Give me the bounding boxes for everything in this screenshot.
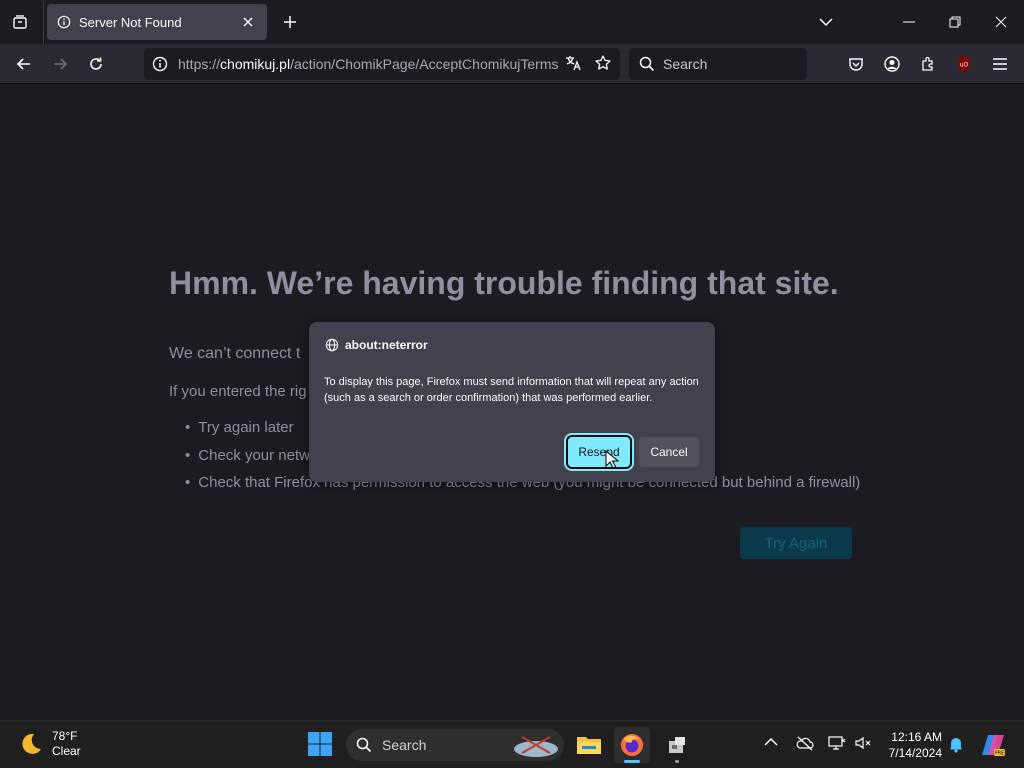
suggestion-item: Check your netw xyxy=(185,447,310,464)
weather-condition: Clear xyxy=(52,744,81,758)
translate-button[interactable] xyxy=(564,54,582,72)
back-arrow-icon xyxy=(16,58,30,70)
file-explorer-button[interactable] xyxy=(571,727,607,763)
reload-button[interactable] xyxy=(80,48,112,80)
dialog-message: To display this page, Firefox must send … xyxy=(324,376,699,404)
error-hint: If you entered the rig xyxy=(169,383,307,400)
minimize-button[interactable] xyxy=(886,0,932,44)
restore-button[interactable] xyxy=(932,0,978,44)
bookmark-star-button[interactable] xyxy=(594,54,612,72)
pinned-app-button[interactable] xyxy=(659,727,695,763)
list-all-tabs-button[interactable] xyxy=(4,6,36,38)
extensions-icon xyxy=(922,56,933,71)
search-icon xyxy=(639,56,655,72)
ublock-icon: uO xyxy=(958,56,970,72)
dialog-title: about:neterror xyxy=(325,338,428,352)
tab-title: Server Not Found xyxy=(79,14,182,30)
weather-temperature: 78°F xyxy=(52,729,78,743)
active-app-indicator xyxy=(624,760,640,763)
url-bar[interactable]: https://chomikuj.pl/action/ChomikPage/Ac… xyxy=(144,48,620,80)
plus-icon xyxy=(284,16,296,28)
chevron-up-icon xyxy=(764,737,778,746)
notifications-button[interactable] xyxy=(948,735,964,753)
url-scheme: https:// xyxy=(178,56,221,72)
pocket-button[interactable] xyxy=(840,48,872,80)
search-icon xyxy=(356,737,372,753)
search-placeholder: Search xyxy=(663,56,708,72)
firefox-taskbar-button[interactable] xyxy=(614,727,650,763)
show-hidden-icons-button[interactable] xyxy=(764,737,778,747)
navigation-toolbar: https://chomikuj.pl/action/ChomikPage/Ac… xyxy=(0,44,1024,84)
back-button[interactable] xyxy=(8,48,40,80)
close-icon xyxy=(243,17,253,27)
app-icon xyxy=(669,737,685,753)
volume-mute-icon xyxy=(855,736,871,750)
new-tab-button[interactable] xyxy=(276,8,304,36)
network-status[interactable] xyxy=(828,735,846,751)
dialog-title-text: about:neterror xyxy=(345,338,428,352)
search-bar[interactable]: Search xyxy=(629,48,807,80)
clock-time: 12:16 AM xyxy=(891,730,942,744)
error-title: Hmm. We’re having trouble finding that s… xyxy=(169,265,839,301)
clock-date: 7/14/2024 xyxy=(888,746,942,760)
running-app-indicator xyxy=(675,760,679,763)
copilot-button[interactable]: PRE xyxy=(980,732,1006,758)
file-explorer-icon xyxy=(577,737,601,754)
url-path: /action/ChomikPage/AcceptChomikujTerms xyxy=(290,56,558,72)
tab-list-icon xyxy=(13,15,27,29)
search-highlight-icon xyxy=(514,736,558,757)
mouse-cursor-icon xyxy=(605,450,619,469)
resend-dialog: about:neterror To display this page, Fir… xyxy=(309,322,715,482)
pocket-icon xyxy=(849,58,863,71)
url-text[interactable]: https://chomikuj.pl/action/ChomikPage/Ac… xyxy=(178,56,558,72)
forward-arrow-icon xyxy=(54,58,68,70)
svg-text:PRE: PRE xyxy=(995,751,1005,757)
moon-icon xyxy=(22,733,41,754)
taskbar-search-placeholder: Search xyxy=(382,737,427,753)
account-button[interactable] xyxy=(876,48,908,80)
taskbar: 78°F Clear Search 12:16 AM 7/14/2024 PRE xyxy=(0,720,1024,768)
info-icon[interactable] xyxy=(152,56,168,72)
firefox-icon xyxy=(621,734,643,756)
app-menu-button[interactable] xyxy=(984,48,1016,80)
info-icon xyxy=(57,15,71,29)
display-icon xyxy=(828,736,846,750)
account-icon xyxy=(884,56,900,72)
ublock-button[interactable]: uO xyxy=(948,48,980,80)
globe-icon xyxy=(325,338,339,352)
windows-start-icon xyxy=(308,732,332,756)
chevron-down-icon xyxy=(819,18,833,27)
close-icon xyxy=(995,16,1007,28)
window-close-button[interactable] xyxy=(978,0,1024,44)
forward-button[interactable] xyxy=(44,48,76,80)
bell-icon xyxy=(949,738,963,753)
taskbar-search[interactable]: Search xyxy=(346,729,564,761)
suggestion-item: Try again later xyxy=(185,419,293,436)
svg-text:uO: uO xyxy=(960,62,969,69)
reload-icon xyxy=(90,57,102,70)
error-description: We can’t connect t xyxy=(169,345,301,362)
resend-button[interactable]: Resend xyxy=(564,433,634,471)
minimize-icon xyxy=(903,21,915,23)
tab-strip: Server Not Found xyxy=(0,0,1024,44)
active-tab[interactable]: Server Not Found xyxy=(47,4,267,40)
start-button[interactable] xyxy=(307,731,335,759)
onedrive-button[interactable] xyxy=(796,735,814,751)
cloud-offline-icon xyxy=(796,736,814,751)
clock[interactable]: 12:16 AM 7/14/2024 xyxy=(884,729,942,761)
try-again-button[interactable]: Try Again xyxy=(740,527,852,559)
tab-separator xyxy=(43,0,44,44)
weather-widget[interactable]: 78°F Clear xyxy=(18,729,81,759)
translate-icon xyxy=(566,56,581,71)
extensions-button[interactable] xyxy=(912,48,944,80)
menu-icon xyxy=(993,58,1007,70)
cancel-button[interactable]: Cancel xyxy=(639,437,699,467)
restore-icon xyxy=(949,16,961,28)
volume-button[interactable] xyxy=(854,735,872,751)
url-domain: chomikuj.pl xyxy=(220,56,291,72)
tab-close-button[interactable] xyxy=(239,13,257,31)
tab-overflow-button[interactable] xyxy=(812,8,840,36)
star-icon xyxy=(595,55,611,70)
copilot-icon: PRE xyxy=(982,735,1005,757)
